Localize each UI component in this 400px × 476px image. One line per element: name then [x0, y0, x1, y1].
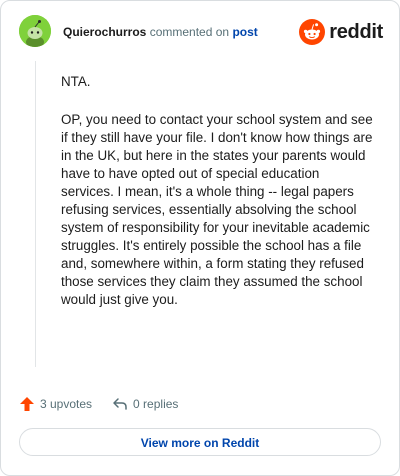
- comment-header: Quierochurros commented on post reddit: [19, 15, 385, 51]
- comment-meta: Quierochurros commented on post: [63, 25, 258, 39]
- replies-button[interactable]: 0 replies: [112, 396, 178, 412]
- username-link[interactable]: Quierochurros: [63, 25, 146, 39]
- embedded-comment-card: Quierochurros commented on post reddit N…: [0, 0, 400, 476]
- reddit-wordmark: reddit: [329, 20, 383, 43]
- upvote-arrow-icon: [20, 397, 34, 411]
- comment-paragraph: NTA.: [61, 74, 91, 89]
- upvote-button[interactable]: 3 upvotes: [19, 396, 92, 412]
- snoo-avatar-icon[interactable]: [19, 15, 51, 47]
- post-link[interactable]: post: [232, 25, 257, 39]
- reddit-snoo-logo-icon: [299, 19, 326, 45]
- reddit-brand[interactable]: reddit: [299, 19, 383, 45]
- comment-body: NTA. OP, you need to contact your school…: [61, 73, 373, 329]
- upvote-count: 3 upvotes: [40, 397, 93, 411]
- reply-arrow-icon: [113, 398, 127, 410]
- comment-paragraph: OP, you need to contact your school syst…: [61, 112, 373, 307]
- view-more-button[interactable]: View more on Reddit: [19, 428, 381, 456]
- comment-actions: 3 upvotes 0 replies: [19, 394, 178, 414]
- reply-count: 0 replies: [133, 397, 179, 411]
- meta-action-text: commented on: [149, 25, 230, 39]
- thread-line: [35, 61, 36, 367]
